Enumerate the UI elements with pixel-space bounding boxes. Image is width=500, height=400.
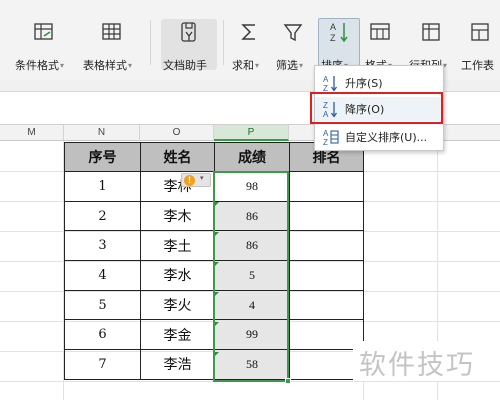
rows-columns-icon bbox=[419, 19, 443, 45]
watermark-text: 软件技巧 bbox=[359, 350, 475, 381]
cell-name[interactable]: 李水 bbox=[140, 260, 215, 291]
filter-button[interactable]: 筛选▾ bbox=[273, 15, 313, 75]
warning-icon: ! bbox=[184, 175, 195, 186]
cell-number[interactable]: 2 bbox=[64, 200, 141, 232]
cell-name[interactable]: 李火 bbox=[140, 289, 215, 321]
conditional-format-button[interactable]: 条件格式▾ bbox=[12, 15, 76, 75]
header-cell-name[interactable]: 姓名 bbox=[140, 142, 215, 172]
cell-score[interactable]: 98 bbox=[214, 171, 290, 202]
cell-error-marker bbox=[214, 322, 219, 327]
cell-rank[interactable] bbox=[289, 171, 364, 202]
table-style-label: 表格样式 bbox=[83, 59, 127, 72]
chevron-down-icon: ▾ bbox=[200, 174, 204, 182]
cell-number[interactable]: 5 bbox=[64, 289, 141, 321]
svg-text:A: A bbox=[330, 22, 336, 32]
cell-name[interactable]: 李木 bbox=[140, 200, 215, 232]
menu-item-label: 自定义排序(U)... bbox=[345, 131, 428, 144]
cell-rank[interactable] bbox=[289, 260, 364, 291]
cell-score[interactable]: 86 bbox=[214, 200, 290, 232]
conditional-format-icon bbox=[32, 19, 56, 45]
cell-score[interactable]: 4 bbox=[214, 289, 290, 321]
sort-ascending-icon: AZ bbox=[323, 74, 339, 92]
table-row: 1 李林 98 bbox=[64, 171, 364, 202]
svg-text:Z: Z bbox=[323, 84, 328, 92]
cell-error-marker bbox=[214, 352, 219, 357]
cell-number[interactable]: 4 bbox=[64, 260, 141, 291]
cell-number[interactable]: 6 bbox=[64, 319, 141, 351]
cell-error-marker bbox=[214, 232, 219, 237]
cell-error-marker bbox=[214, 292, 219, 297]
cell-rank[interactable] bbox=[289, 230, 364, 262]
cell-name[interactable]: 李金 bbox=[140, 319, 215, 351]
watermark: 软件技巧 bbox=[353, 341, 500, 381]
ribbon-separator bbox=[150, 20, 151, 65]
menu-item-sort-ascending[interactable]: AZ 升序(S) bbox=[315, 71, 443, 95]
worksheet-label: 工作表 bbox=[461, 59, 494, 72]
error-smart-tag[interactable]: ! ▾ bbox=[181, 173, 211, 187]
table-style-button[interactable]: 表格样式▾ bbox=[80, 15, 144, 75]
column-header-n[interactable]: N bbox=[64, 125, 140, 141]
sum-label: 求和 bbox=[232, 59, 254, 72]
conditional-format-label: 条件格式 bbox=[15, 59, 59, 72]
format-icon bbox=[368, 19, 392, 45]
cell-score[interactable]: 5 bbox=[214, 260, 290, 291]
cell-rank[interactable] bbox=[289, 289, 364, 321]
cell-name[interactable]: 李土 bbox=[140, 230, 215, 262]
header-cell-score[interactable]: 成绩 bbox=[214, 142, 290, 172]
cell-error-marker bbox=[214, 262, 219, 267]
svg-text:A: A bbox=[323, 75, 329, 84]
menu-item-sort-descending[interactable]: ZA 降序(O) bbox=[315, 97, 443, 121]
cell-score[interactable]: 58 bbox=[214, 349, 290, 380]
document-assistant-icon bbox=[177, 19, 201, 45]
sum-button[interactable]: 求和▾ bbox=[229, 15, 269, 75]
menu-item-custom-sort[interactable]: AZ 自定义排序(U)... bbox=[315, 125, 443, 149]
sort-dropdown-menu: AZ 升序(S) ZA 降序(O) AZ 自定义排序(U)... bbox=[314, 65, 444, 151]
cell-error-marker bbox=[214, 202, 219, 207]
column-header-o[interactable]: O bbox=[140, 125, 214, 141]
cell-name[interactable]: 李浩 bbox=[140, 349, 215, 380]
cell-rank[interactable] bbox=[289, 200, 364, 232]
sort-icon: AZ bbox=[327, 19, 351, 45]
sum-icon bbox=[237, 19, 261, 45]
custom-sort-icon: AZ bbox=[323, 128, 339, 146]
svg-text:Z: Z bbox=[323, 138, 328, 146]
svg-text:A: A bbox=[323, 129, 329, 138]
column-header-m[interactable]: M bbox=[0, 125, 64, 141]
filter-icon bbox=[281, 19, 305, 45]
document-assistant-button[interactable]: 文档助手 bbox=[161, 15, 217, 75]
svg-text:Z: Z bbox=[323, 101, 328, 110]
document-assistant-label: 文档助手 bbox=[163, 59, 207, 72]
column-header-p[interactable]: P bbox=[214, 125, 289, 141]
sort-descending-icon: ZA bbox=[323, 100, 339, 118]
ribbon-separator bbox=[223, 20, 224, 65]
filter-label: 筛选 bbox=[276, 59, 298, 72]
cell-score[interactable]: 86 bbox=[214, 230, 290, 262]
svg-text:A: A bbox=[323, 110, 329, 118]
header-cell-number[interactable]: 序号 bbox=[64, 142, 141, 172]
cell-number[interactable]: 1 bbox=[64, 171, 141, 202]
worksheet-icon bbox=[468, 19, 492, 45]
menu-item-label: 升序(S) bbox=[345, 77, 383, 90]
cell-number[interactable]: 7 bbox=[64, 349, 141, 380]
table-style-icon bbox=[100, 19, 124, 45]
cell-score[interactable]: 99 bbox=[214, 319, 290, 351]
menu-item-label: 降序(O) bbox=[345, 103, 385, 116]
svg-text:Z: Z bbox=[330, 33, 336, 43]
score-table: 序号 姓名 成绩 排名 1 李林 98 2 李木 86 3 李土 86 4 李水… bbox=[64, 142, 364, 380]
cell-number[interactable]: 3 bbox=[64, 230, 141, 262]
worksheet-button[interactable]: 工作表 bbox=[458, 15, 500, 75]
